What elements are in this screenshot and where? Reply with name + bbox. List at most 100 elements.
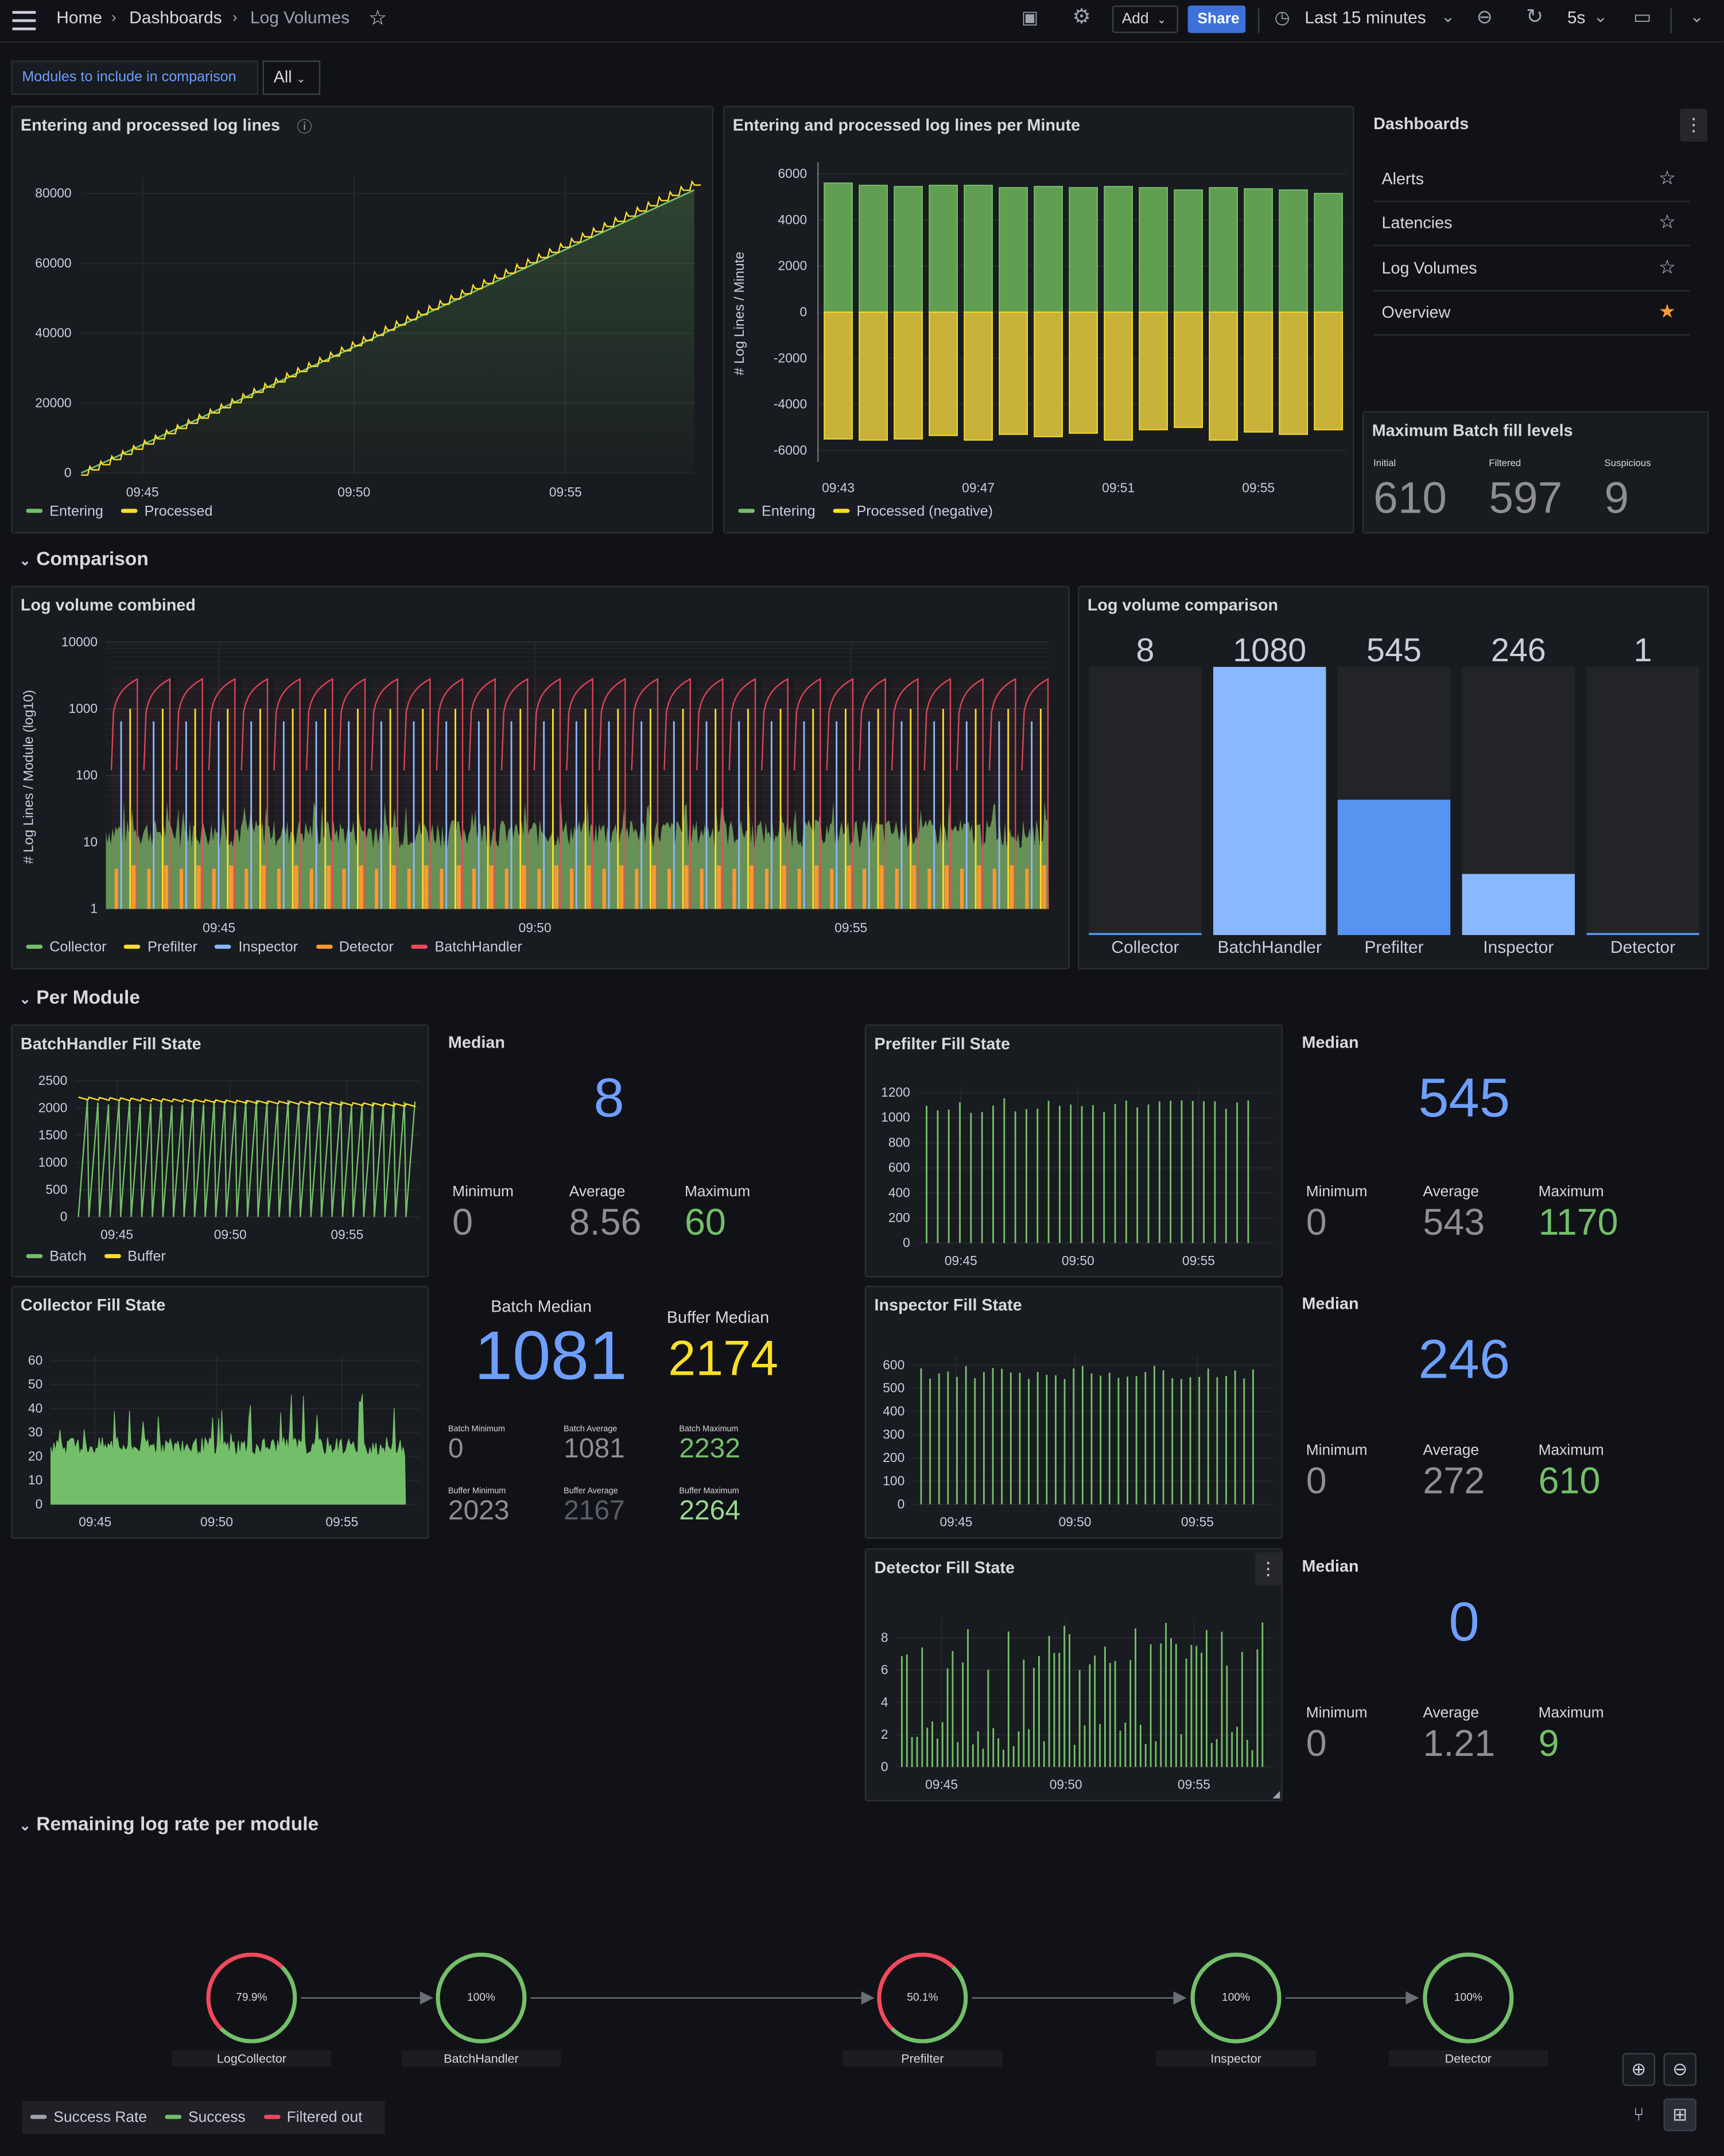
star-icon[interactable]: ☆ [368,6,387,30]
panel-detector-fill[interactable]: Detector Fill State ⋮ 8 6 4 2 0 09:45 09:50 09:… [864,1548,1283,1802]
legend-item-success-rate[interactable]: Success Rate [30,2110,147,2126]
legend-item-entering[interactable]: Entering [26,503,103,519]
x-tick-label: 09:45 [925,1777,958,1792]
star-icon[interactable]: ☆ [1659,211,1676,234]
legend-item-entering[interactable]: Entering [738,503,816,519]
legend-item-prefilter[interactable]: Prefilter [124,939,197,956]
node-inspector[interactable]: 100% [1190,1952,1282,2043]
variable-select[interactable]: All ⌄ [262,60,321,95]
node-rate: 100% [1454,1991,1482,2004]
time-range-picker[interactable]: Last 15 minutes [1304,8,1426,28]
node-logcollector[interactable]: 79.9% [206,1952,297,2043]
bar-value-label: 1 [1634,632,1652,669]
dashboard-item-label: Alerts [1381,169,1424,189]
row-header-remaining[interactable]: ⌄ Remaining log rate per module [20,1812,319,1834]
refresh-icon[interactable]: ↻ [1526,4,1543,29]
panel-collector-fill[interactable]: Collector Fill State 60 50 40 30 20 10 0 09:45 0… [11,1285,429,1539]
gear-icon[interactable]: ⚙ [1072,4,1090,29]
legend-item-batchhandler[interactable]: BatchHandler [411,939,522,956]
legend-item-detector[interactable]: Detector [315,939,394,956]
legend-item-processed[interactable]: Processed (negative) [833,503,993,519]
series-detector [554,865,559,909]
stat-value: 1081 [474,1317,627,1395]
x-tick-label: 09:50 [337,484,370,499]
series-detector [830,868,834,909]
y-tick-label: 1000 [881,1110,910,1124]
dashboard-item-latencies[interactable]: Latencies ☆ [1373,201,1690,246]
bar-processed [1034,311,1063,437]
bar-value-label: 545 [1366,632,1422,669]
breadcrumb-home[interactable]: Home [56,8,102,28]
x-tick-label: 09:55 [1181,1514,1214,1529]
series-detector [131,865,136,909]
arrow-icon [1405,1991,1419,2005]
star-icon[interactable]: ★ [1659,300,1676,323]
panel-batchhandler-fill[interactable]: BatchHandler Fill State 2500 2000 1500 1000… [11,1024,429,1278]
chevron-down-icon[interactable]: ⌄ [1440,6,1455,26]
zoom-out-button[interactable]: ⊖ [1663,2053,1697,2086]
panel-batch-fill[interactable]: Maximum Batch fill levels Initial 610 Fi… [1362,411,1709,534]
dashboard-item-log-volumes[interactable]: Log Volumes ☆ [1373,246,1690,292]
legend-item-processed[interactable]: Processed [121,503,212,519]
series-detector [359,865,364,909]
layout-button[interactable]: ⑂ [1622,2099,1655,2131]
panel-menu-button[interactable]: ⋮ [1680,108,1708,142]
chevron-down-icon[interactable]: ⌄ [1690,6,1704,26]
panel-entering-processed[interactable]: Entering and processed log lines ⓘ 80000… [11,106,714,534]
legend-item-inspector[interactable]: Inspector [215,939,298,956]
stat-title: Median [1302,1294,1359,1313]
divider [1670,8,1672,33]
row-header-comparison[interactable]: ⌄ Comparison [20,547,149,569]
stat-value: 543 [1423,1201,1485,1243]
node-batchhandler[interactable]: 100% [436,1952,527,2043]
node-prefilter[interactable]: 50.1% [877,1952,968,2043]
panel-log-volume-combined[interactable]: Log volume combined 10000 1000 100 10 1 09:45… [11,585,1070,970]
row-title: Comparison [36,547,149,569]
bar-inspector [1462,874,1575,935]
dashboard-item-alerts[interactable]: Alerts ☆ [1373,157,1690,203]
node-detector[interactable]: 100% [1423,1952,1514,2043]
series-detector [602,868,606,909]
panel-prefilter-fill[interactable]: Prefilter Fill State 1200 1000 800 600 400 20… [864,1024,1283,1278]
stat-label: Maximum [1538,1442,1604,1459]
series-detector [212,868,216,909]
y-tick-label: 4000 [778,212,807,227]
stat-value: 1.21 [1423,1723,1496,1765]
series-detector [587,865,591,909]
zoom-in-button[interactable]: ⊕ [1622,2053,1656,2086]
stat-title: Median [1302,1556,1359,1576]
legend-item-success[interactable]: Success [165,2110,246,2126]
layout-icon: ⑂ [1633,2104,1644,2125]
legend-item-collector[interactable]: Collector [26,939,107,956]
legend-item-filtered[interactable]: Filtered out [263,2110,362,2126]
dashboard-item-overview[interactable]: Overview ★ [1373,290,1690,336]
grid-view-button[interactable]: ⊞ [1663,2098,1697,2132]
menu-icon[interactable] [12,11,36,30]
zoom-out-icon[interactable]: ⊖ [1477,6,1493,29]
save-icon[interactable]: ▣ [1022,7,1038,29]
stat-value: 0 [1306,1201,1327,1243]
panel-inspector-fill[interactable]: Inspector Fill State 600 500 400 300 200 100 0… [864,1285,1283,1539]
resize-handle-icon[interactable]: ◢ [1272,1789,1280,1800]
row-header-per-module[interactable]: ⌄ Per Module [20,986,140,1008]
star-icon[interactable]: ☆ [1659,166,1676,190]
refresh-interval-picker[interactable]: 5s [1567,8,1586,28]
legend-label: Detector [339,939,394,956]
star-icon[interactable]: ☆ [1659,256,1676,280]
panel-log-volume-comparison[interactable]: Log volume comparison 8 Collector 1080 Batc… [1078,585,1709,970]
series-detector [277,868,281,909]
share-button[interactable]: Share [1187,5,1246,33]
breadcrumb-dashboards[interactable]: Dashboards [129,8,222,28]
series-detector [147,868,151,909]
add-button[interactable]: Add ⌄ [1112,5,1178,33]
tv-mode-icon[interactable]: ▭ [1633,6,1652,29]
legend-item-buffer[interactable]: Buffer [104,1248,166,1265]
legend-item-batch[interactable]: Batch [26,1248,87,1265]
series-detector [765,868,769,909]
panel-per-minute[interactable]: Entering and processed log lines per Min… [723,106,1354,534]
series-detector [1025,868,1029,909]
chevron-down-icon[interactable]: ⌄ [1593,6,1607,26]
y-tick-label: 30 [28,1425,42,1440]
bar-category-label: Collector [1111,938,1179,957]
legend-label: Inspector [238,939,298,956]
